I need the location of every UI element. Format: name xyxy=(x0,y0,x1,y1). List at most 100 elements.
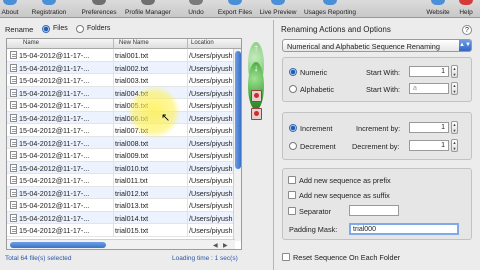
toolbar: About Registration Preferences Profile M… xyxy=(0,0,480,18)
table-row[interactable]: 15-04-2012@11-17-... trial004.txt/Users/p… xyxy=(7,86,241,99)
table-row[interactable]: 15-04-2012@11-17-... trial010.txt/Users/p… xyxy=(7,161,241,174)
table-row[interactable]: 15-04-2012@11-17-... trial007.txt/Users/p… xyxy=(7,124,241,137)
toolbar-live-preview-button[interactable]: Live Preview xyxy=(257,0,299,18)
text-file-icon xyxy=(10,88,17,97)
numeric-label: Numeric xyxy=(300,68,328,77)
toolbar-about-button[interactable]: About xyxy=(0,0,20,18)
alpha-start-input[interactable]: a xyxy=(409,83,449,94)
scroll-left-arrow-icon[interactable]: ◀ xyxy=(213,242,218,249)
numeric-start-stepper[interactable]: ▲ ▼ xyxy=(451,65,458,78)
pane-divider[interactable] xyxy=(273,20,274,270)
table-row[interactable]: 15-04-2012@11-17-... trial001.txt/Users/p… xyxy=(7,49,241,62)
toolbar-preferences-button[interactable]: Preferences xyxy=(78,0,120,18)
vertical-scroll-thumb[interactable] xyxy=(235,51,241,169)
reset-sequence-label: Reset Sequence On Each Folder xyxy=(293,253,401,262)
scroll-right-arrow-icon[interactable]: ▶ xyxy=(223,242,228,249)
table-row[interactable]: 15-04-2012@11-17-... trial015.txt/Users/p… xyxy=(7,224,241,237)
help-button[interactable]: ? xyxy=(462,25,472,35)
preferences-icon xyxy=(92,0,106,5)
text-file-icon xyxy=(10,163,17,172)
table-row[interactable]: 15-04-2012@11-17-... trial003.txt/Users/p… xyxy=(7,74,241,87)
usages-reporting-icon xyxy=(323,0,337,5)
sequence-type-select[interactable]: Numerical and Alphabetic Sequence Renami… xyxy=(282,39,472,52)
separator-checkbox[interactable] xyxy=(288,207,296,215)
status-bar: Total 64 file(s) selected Loading time :… xyxy=(0,252,272,270)
text-file-icon xyxy=(10,188,17,197)
column-header-new-name[interactable]: New Name xyxy=(119,40,149,46)
registration-icon xyxy=(42,0,56,5)
sequence-type-value: Numerical and Alphabetic Sequence Renami… xyxy=(287,42,440,51)
horizontal-scroll-thumb[interactable] xyxy=(10,242,106,248)
table-row[interactable]: 15-04-2012@11-17-... trial011.txt/Users/p… xyxy=(7,174,241,187)
table-row[interactable]: 15-04-2012@11-17-...trial006.txt/Users/p… xyxy=(7,111,241,124)
alphabetic-radio[interactable] xyxy=(289,85,297,93)
toolbar-profile-manager-button[interactable]: Profile Manager xyxy=(121,0,175,18)
reset-sequence-checkbox[interactable] xyxy=(282,253,290,261)
move-down-button[interactable]: ↓ xyxy=(248,62,264,110)
trash-icon xyxy=(254,93,259,98)
text-file-icon xyxy=(10,76,17,84)
numeric-start-input[interactable]: 1 xyxy=(409,66,449,77)
text-file-icon xyxy=(10,113,17,122)
rename-type-selector: Rename Files Folders xyxy=(0,22,272,36)
export-files-icon xyxy=(228,0,242,5)
website-icon xyxy=(431,0,445,5)
table-row[interactable]: 15-04-2012@11-17-... trial009.txt/Users/p… xyxy=(7,149,241,162)
remove-all-button[interactable] xyxy=(251,108,262,120)
dropdown-arrows-icon: ▲▼ xyxy=(459,40,471,51)
table-row[interactable]: 15-04-2012@11-17-... trial012.txt/Users/p… xyxy=(7,186,241,199)
padding-mask-input[interactable]: trial000 xyxy=(349,223,459,235)
numeric-radio[interactable] xyxy=(289,68,297,76)
toolbar-website-button[interactable]: Website xyxy=(424,0,452,18)
cursor-highlight xyxy=(128,86,180,138)
horizontal-scrollbar[interactable]: ◀ ▶ xyxy=(7,239,235,249)
mouse-pointer-icon: ↖ xyxy=(161,112,171,124)
alphabetic-label: Alphabetic xyxy=(300,85,335,94)
separator-input[interactable] xyxy=(349,205,399,216)
toolbar-usages-reporting-button[interactable]: Usages Reporting xyxy=(300,0,360,18)
toolbar-help-button[interactable]: Help xyxy=(455,0,477,18)
text-file-icon xyxy=(10,226,17,234)
increment-by-input[interactable]: 1 xyxy=(409,122,449,133)
toolbar-undo-button[interactable]: Undo xyxy=(184,0,208,18)
text-file-icon xyxy=(10,213,17,222)
arrow-down-icon: ↓ xyxy=(253,63,259,74)
increment-by-label: Increment by: xyxy=(356,124,401,133)
column-header-name[interactable]: Name xyxy=(23,40,39,46)
column-divider[interactable] xyxy=(187,39,188,49)
vertical-scrollbar[interactable] xyxy=(233,49,241,241)
table-row[interactable]: 15-04-2012@11-17-... trial014.txt/Users/p… xyxy=(7,211,241,224)
undo-icon xyxy=(189,0,203,5)
suffix-checkbox[interactable] xyxy=(288,191,296,199)
table-row[interactable]: 15-04-2012@11-17-...trial005.txt/Users/p… xyxy=(7,99,241,112)
text-file-icon xyxy=(10,51,17,59)
table-row[interactable]: 15-04-2012@11-17-... trial008.txt/Users/p… xyxy=(7,136,241,149)
files-radio[interactable] xyxy=(42,25,50,33)
decrement-radio[interactable] xyxy=(289,142,297,150)
increment-by-stepper[interactable]: ▲ ▼ xyxy=(451,121,458,134)
column-header-location[interactable]: Location xyxy=(191,40,214,46)
files-radio-label: Files xyxy=(53,25,68,32)
separator-label: Separator xyxy=(299,207,332,216)
toolbar-registration-button[interactable]: Registration xyxy=(26,0,72,18)
increment-radio[interactable] xyxy=(289,124,297,132)
trash-icon xyxy=(254,111,259,116)
table-row[interactable]: 15-04-2012@11-17-... trial013.txt/Users/p… xyxy=(7,199,241,212)
file-table: Name New Name Location 15-04-2012@11-17-… xyxy=(6,38,242,250)
padding-mask-label: Padding Mask: xyxy=(289,225,338,234)
about-icon xyxy=(3,0,17,5)
help-icon xyxy=(459,0,473,5)
decrement-by-input[interactable]: 1 xyxy=(409,140,449,151)
column-divider[interactable] xyxy=(113,39,114,49)
table-row[interactable]: 15-04-2012@11-17-... trial002.txt/Users/p… xyxy=(7,61,241,74)
text-file-icon xyxy=(10,63,17,72)
prefix-checkbox[interactable] xyxy=(288,176,296,184)
decrement-by-stepper[interactable]: ▲ ▼ xyxy=(451,139,458,152)
folders-radio[interactable] xyxy=(76,25,84,33)
loading-time: Loading time : 1 sec(s) xyxy=(172,255,238,262)
increment-label: Increment xyxy=(300,124,333,133)
toolbar-export-files-button[interactable]: Export Files xyxy=(213,0,257,18)
alpha-start-stepper[interactable]: ▲ ▼ xyxy=(451,82,458,95)
remove-selected-button[interactable] xyxy=(251,90,262,102)
folders-radio-label: Folders xyxy=(87,25,111,32)
